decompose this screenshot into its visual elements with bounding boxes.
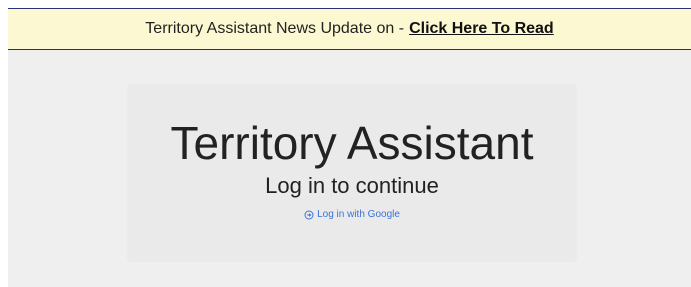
login-card: Territory Assistant Log in to continue L… — [127, 84, 577, 262]
login-subtitle: Log in to continue — [265, 173, 439, 198]
google-login-label: Log in with Google — [317, 209, 400, 220]
read-news-link[interactable]: Click Here To Read — [409, 20, 554, 38]
google-login-button[interactable]: Log in with Google — [304, 208, 400, 222]
news-banner: Territory Assistant News Update on - Cli… — [8, 8, 691, 50]
page-content: Territory Assistant News Update on - Cli… — [8, 8, 691, 287]
google-login-row: Log in with Google — [127, 208, 577, 222]
news-banner-text: Territory Assistant News Update on - — [145, 20, 405, 37]
login-icon — [304, 210, 314, 220]
app-title: Territory Assistant — [170, 117, 534, 169]
